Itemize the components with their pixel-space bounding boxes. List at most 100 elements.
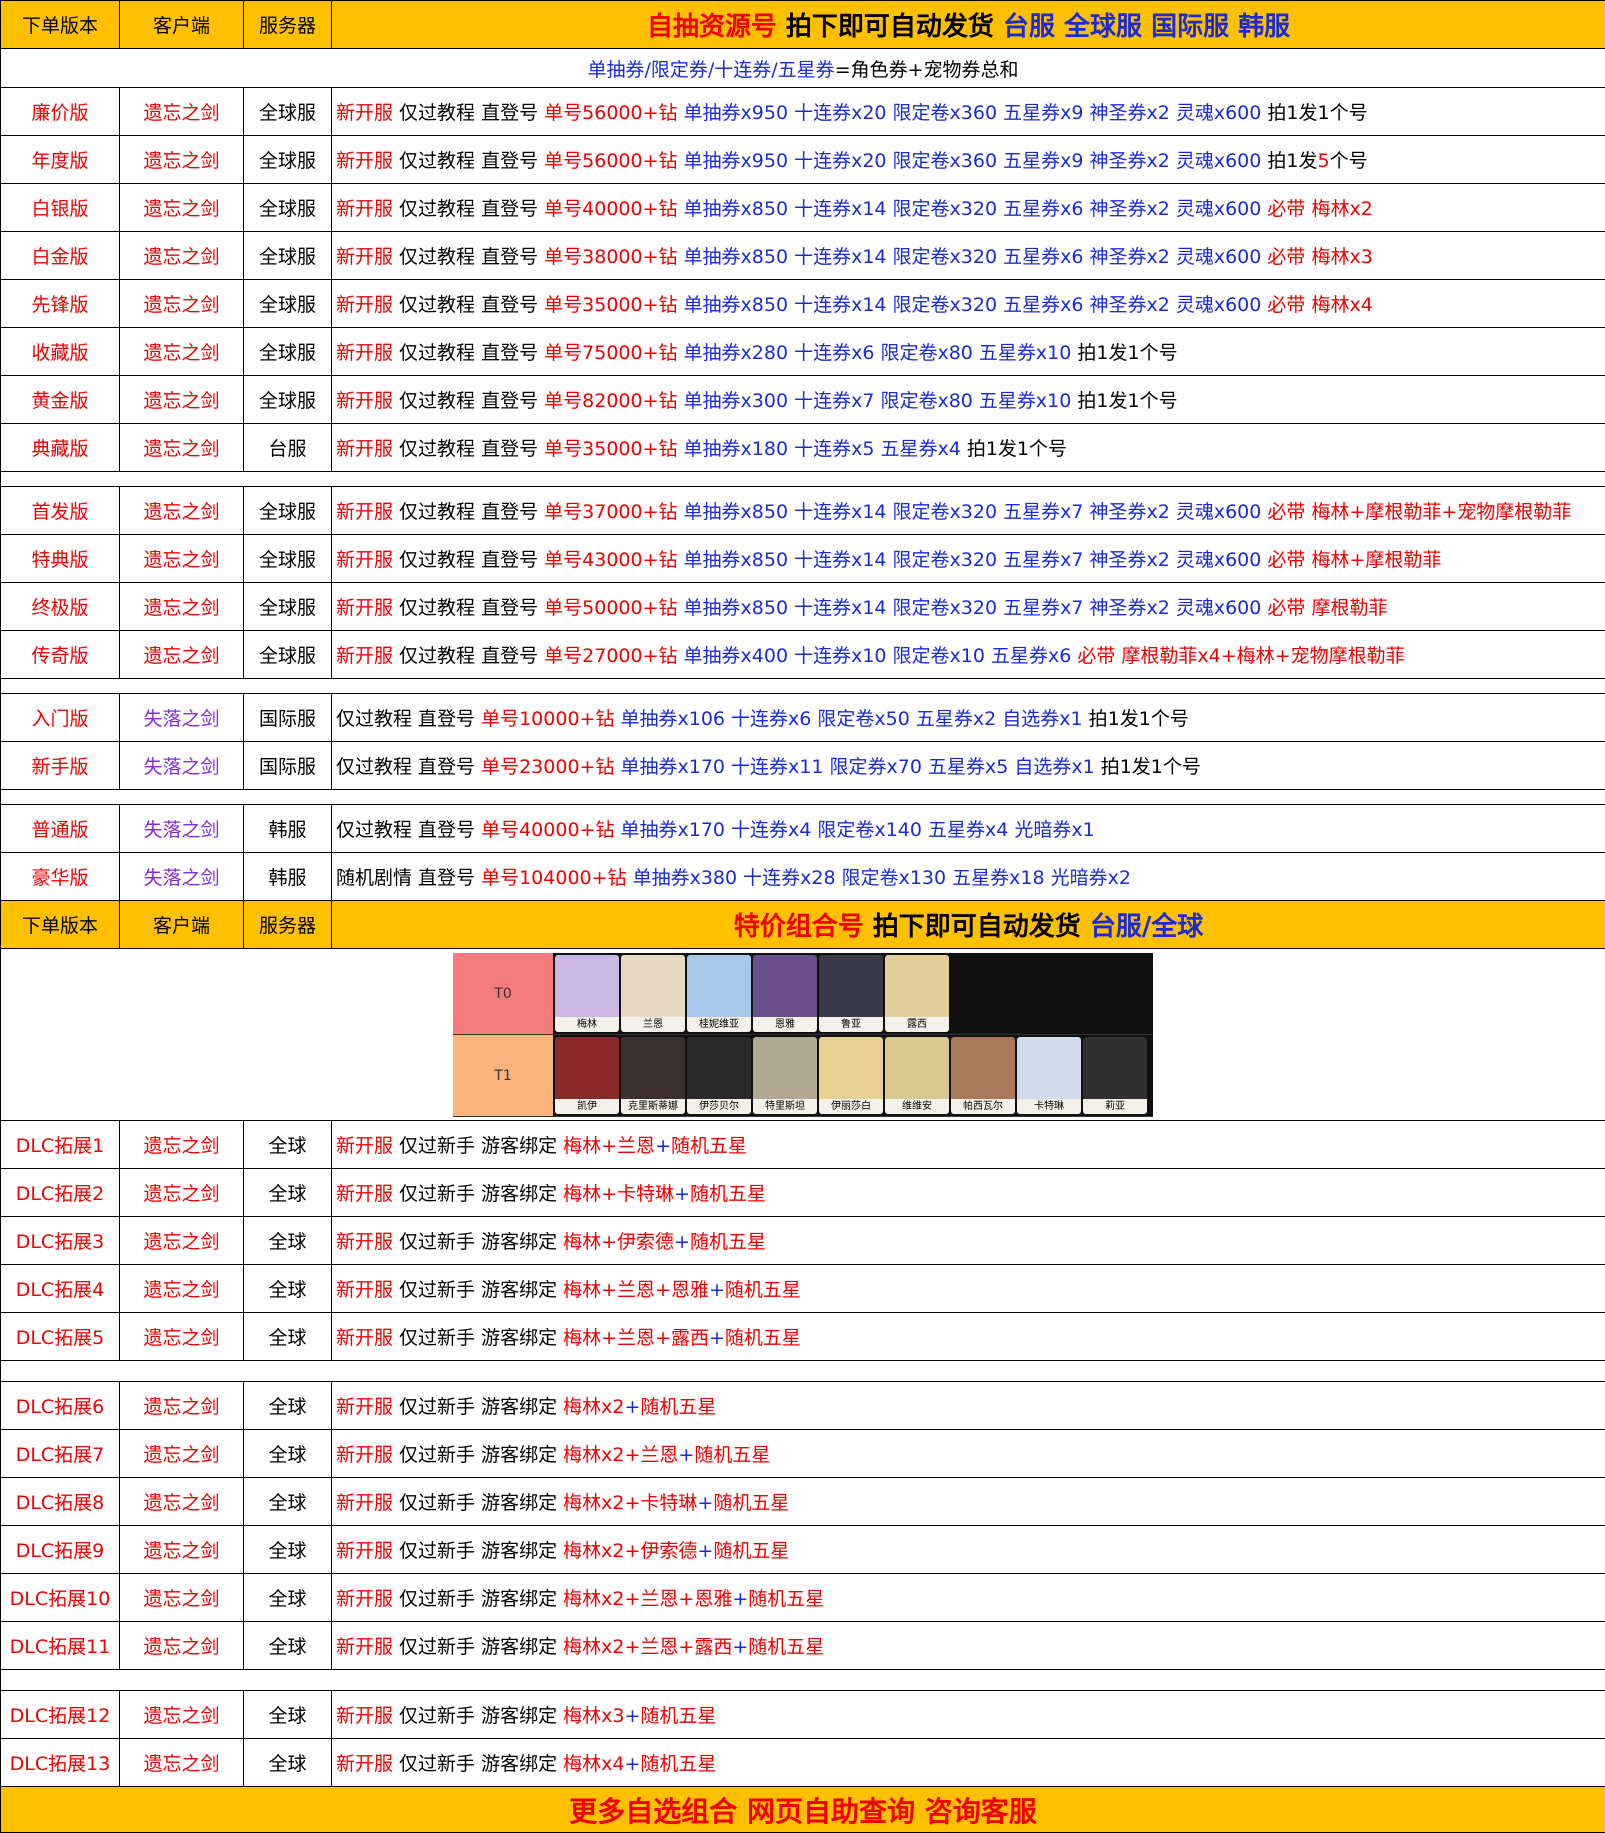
client-cell: 遗忘之剑 — [120, 1265, 244, 1313]
text-segment: 单号10000+钻 — [481, 708, 620, 730]
text-segment: 拍1发1个号 — [1077, 390, 1177, 412]
client-cell: 遗忘之剑 — [120, 184, 244, 232]
character-name: 露西 — [885, 1017, 949, 1032]
details-cell: 新开服 仅过教程 直登号 单号37000+钻 单抽券x850 十连券x14 限定… — [332, 487, 1605, 535]
text-segment: 单抽券x950 十连券x20 限定卷x360 五星券x9 神圣券x2 灵魂x60… — [684, 102, 1268, 124]
server-cell: 国际服 — [244, 742, 332, 790]
table-row[interactable]: DLC拓展3遗忘之剑全球新开服 仅过新手 游客绑定 梅林+伊索德+随机五星 — [1, 1217, 1605, 1265]
version-cell: DLC拓展8 — [1, 1478, 120, 1526]
server-cell: 韩服 — [244, 853, 332, 901]
tierlist-cell: T0梅林兰恩桂妮维亚恩雅鲁亚露西T1凯伊克里斯蒂娜伊莎贝尔特里斯坦伊丽莎白维维安… — [1, 949, 1605, 1121]
details-cell: 仅过教程 直登号 单号10000+钻 单抽券x106 十连券x6 限定卷x50 … — [332, 694, 1605, 742]
text-segment: 仅过新手 游客绑定 — [399, 1753, 563, 1775]
character-art — [885, 955, 949, 1017]
version-cell: DLC拓展13 — [1, 1739, 120, 1787]
text-segment: 新开服 — [336, 645, 399, 667]
text-segment: 拍1发1个号 — [1267, 102, 1367, 124]
text-segment: 随机五星 — [671, 1135, 747, 1157]
character-portrait: 凯伊 — [555, 1037, 619, 1114]
character-name: 鲁亚 — [819, 1017, 883, 1032]
table-row[interactable]: 豪华版失落之剑韩服随机剧情 直登号 单号104000+钻 单抽券x380 十连券… — [1, 853, 1605, 901]
version-cell: 入门版 — [1, 694, 120, 742]
client-cell: 遗忘之剑 — [120, 1478, 244, 1526]
table-row[interactable]: DLC拓展10遗忘之剑全球新开服 仅过新手 游客绑定 梅林x2+兰恩+恩雅+随机… — [1, 1574, 1605, 1622]
table-row[interactable]: DLC拓展9遗忘之剑全球新开服 仅过新手 游客绑定 梅林x2+伊索德+随机五星 — [1, 1526, 1605, 1574]
version-cell: 特典版 — [1, 535, 120, 583]
table-row[interactable]: 黄金版遗忘之剑全球服新开服 仅过教程 直登号 单号82000+钻 单抽券x300… — [1, 376, 1605, 424]
spacer-cell — [1, 1361, 1605, 1382]
table-row[interactable]: 传奇版遗忘之剑全球服新开服 仅过教程 直登号 单号27000+钻 单抽券x400… — [1, 631, 1605, 679]
text-segment: + — [624, 1705, 640, 1727]
spacer-cell — [1, 472, 1605, 487]
table-row[interactable]: DLC拓展4遗忘之剑全球新开服 仅过新手 游客绑定 梅林+兰恩+恩雅+随机五星 — [1, 1265, 1605, 1313]
version-cell: DLC拓展12 — [1, 1691, 120, 1739]
text-segment: 必带 梅林x3 — [1267, 246, 1372, 268]
text-segment: 仅过教程 直登号 — [399, 150, 544, 172]
text-segment: 单号27000+钻 — [544, 645, 683, 667]
table-row[interactable]: 典藏版遗忘之剑台服新开服 仅过教程 直登号 单号35000+钻 单抽券x180 … — [1, 424, 1605, 472]
text-segment: 仅过教程 直登号 — [336, 819, 481, 841]
table-row[interactable]: 入门版失落之剑国际服仅过教程 直登号 单号10000+钻 单抽券x106 十连券… — [1, 694, 1605, 742]
text-segment: 单号56000+钻 — [544, 102, 683, 124]
table-row[interactable]: 首发版遗忘之剑全球服新开服 仅过教程 直登号 单号37000+钻 单抽券x850… — [1, 487, 1605, 535]
character-portrait: 莉亚 — [1083, 1037, 1147, 1114]
character-art — [819, 1037, 883, 1099]
table-row[interactable]: DLC拓展2遗忘之剑全球新开服 仅过新手 游客绑定 梅林+卡特琳+随机五星 — [1, 1169, 1605, 1217]
text-segment: 随机五星 — [725, 1279, 801, 1301]
text-segment: 仅过新手 游客绑定 — [399, 1396, 563, 1418]
table-row[interactable]: 年度版遗忘之剑全球服新开服 仅过教程 直登号 单号56000+钻 单抽券x950… — [1, 136, 1605, 184]
client-cell: 遗忘之剑 — [120, 631, 244, 679]
text-segment: 仅过新手 游客绑定 — [399, 1183, 563, 1205]
character-portrait: 维维安 — [885, 1037, 949, 1114]
table-row[interactable]: 先锋版遗忘之剑全球服新开服 仅过教程 直登号 单号35000+钻 单抽券x850… — [1, 280, 1605, 328]
table-row[interactable]: DLC拓展11遗忘之剑全球新开服 仅过新手 游客绑定 梅林x2+兰恩+露西+随机… — [1, 1622, 1605, 1670]
text-segment: 单号75000+钻 — [544, 342, 683, 364]
table-row[interactable]: 特典版遗忘之剑全球服新开服 仅过教程 直登号 单号43000+钻 单抽券x850… — [1, 535, 1605, 583]
character-art — [951, 1037, 1015, 1099]
text-segment: 单号35000+钻 — [544, 438, 683, 460]
details-cell: 新开服 仅过新手 游客绑定 梅林+卡特琳+随机五星 — [332, 1169, 1605, 1217]
tier-label: T1 — [453, 1035, 553, 1116]
table-row[interactable]: DLC拓展5遗忘之剑全球新开服 仅过新手 游客绑定 梅林+兰恩+露西+随机五星 — [1, 1313, 1605, 1361]
table-row[interactable]: DLC拓展12遗忘之剑全球新开服 仅过新手 游客绑定 梅林x3+随机五星 — [1, 1691, 1605, 1739]
header-row: 下单版本客户端服务器特价组合号 拍下即可自动发货 台服/全球 — [1, 901, 1605, 949]
text-segment: 仅过教程 直登号 — [399, 597, 544, 619]
spacer-cell — [1, 790, 1605, 805]
text-segment: 随机剧情 直登号 — [336, 867, 481, 889]
table-row[interactable]: DLC拓展1遗忘之剑全球新开服 仅过新手 游客绑定 梅林+兰恩+随机五星 — [1, 1121, 1605, 1169]
table-row[interactable]: 终极版遗忘之剑全球服新开服 仅过教程 直登号 单号50000+钻 单抽券x850… — [1, 583, 1605, 631]
text-segment: 新开服 — [336, 1327, 399, 1349]
table-row[interactable]: 新手版失落之剑国际服仅过教程 直登号 单号23000+钻 单抽券x170 十连券… — [1, 742, 1605, 790]
table-row[interactable]: DLC拓展6遗忘之剑全球新开服 仅过新手 游客绑定 梅林x2+随机五星 — [1, 1382, 1605, 1430]
details-cell: 新开服 仅过新手 游客绑定 梅林+兰恩+恩雅+随机五星 — [332, 1265, 1605, 1313]
text-segment: 拍1发1个号 — [967, 438, 1067, 460]
character-art — [1083, 1037, 1147, 1099]
text-segment: 单抽券x850 十连券x14 限定卷x320 五星券x6 神圣券x2 灵魂x60… — [684, 294, 1268, 316]
table-row[interactable]: 廉价版遗忘之剑全球服新开服 仅过教程 直登号 单号56000+钻 单抽券x950… — [1, 88, 1605, 136]
column-header: 客户端 — [120, 1, 244, 49]
table-row[interactable]: 收藏版遗忘之剑全球服新开服 仅过教程 直登号 单号75000+钻 单抽券x280… — [1, 328, 1605, 376]
server-cell: 全球 — [244, 1430, 332, 1478]
character-name: 帕西瓦尔 — [951, 1099, 1015, 1114]
table-row[interactable]: 白金版遗忘之剑全球服新开服 仅过教程 直登号 单号38000+钻 单抽券x850… — [1, 232, 1605, 280]
character-portrait: 克里斯蒂娜 — [621, 1037, 685, 1114]
client-cell: 遗忘之剑 — [120, 1313, 244, 1361]
client-cell: 遗忘之剑 — [120, 1574, 244, 1622]
text-segment: 仅过新手 游客绑定 — [399, 1492, 563, 1514]
client-cell: 遗忘之剑 — [120, 1169, 244, 1217]
character-name: 卡特琳 — [1017, 1099, 1081, 1114]
table-row[interactable]: DLC拓展13遗忘之剑全球新开服 仅过新手 游客绑定 梅林x4+随机五星 — [1, 1739, 1605, 1787]
text-segment: + — [678, 1444, 694, 1466]
table-row[interactable]: 白银版遗忘之剑全球服新开服 仅过教程 直登号 单号40000+钻 单抽券x850… — [1, 184, 1605, 232]
details-cell: 新开服 仅过新手 游客绑定 梅林x4+随机五星 — [332, 1739, 1605, 1787]
character-art — [555, 955, 619, 1017]
table-row[interactable]: 普通版失落之剑韩服仅过教程 直登号 单号40000+钻 单抽券x170 十连券x… — [1, 805, 1605, 853]
table-row[interactable]: DLC拓展7遗忘之剑全球新开服 仅过新手 游客绑定 梅林x2+兰恩+随机五星 — [1, 1430, 1605, 1478]
text-segment: 单号37000+钻 — [544, 501, 683, 523]
text-segment: 随机五星 — [748, 1636, 824, 1658]
server-cell: 国际服 — [244, 694, 332, 742]
version-cell: 白银版 — [1, 184, 120, 232]
table-row[interactable]: DLC拓展8遗忘之剑全球新开服 仅过新手 游客绑定 梅林x2+卡特琳+随机五星 — [1, 1478, 1605, 1526]
server-cell: 台服 — [244, 424, 332, 472]
text-segment: 梅林+卡特琳 — [563, 1183, 674, 1205]
